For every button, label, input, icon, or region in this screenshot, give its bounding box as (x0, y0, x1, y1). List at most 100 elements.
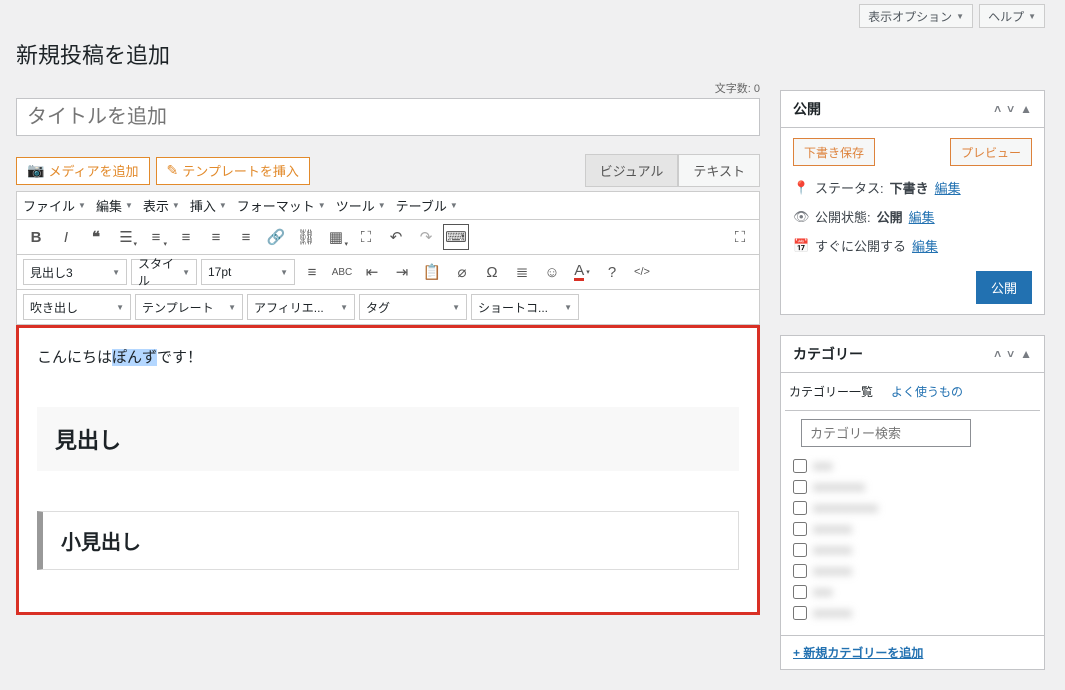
outdent-icon[interactable]: ⇤ (359, 259, 385, 285)
table-insert-icon[interactable]: ▦▾ (323, 224, 349, 250)
expand-toolbar-icon[interactable]: ⛶ (727, 224, 753, 250)
template-select[interactable]: テンプレート (135, 294, 243, 320)
category-checkbox[interactable] (793, 606, 807, 620)
balloon-select[interactable]: 吹き出し (23, 294, 131, 320)
justify-icon[interactable]: ≡ (299, 259, 325, 285)
category-item[interactable]: xxx (793, 455, 1032, 476)
publish-button[interactable]: 公開 (976, 271, 1032, 304)
hr-icon[interactable]: ≣ (509, 259, 535, 285)
category-item[interactable]: xxxxxxxx (793, 476, 1032, 497)
category-list[interactable]: xxx xxxxxxxx xxxxxxxxxx xxxxxx xxxxxx xx… (789, 455, 1036, 635)
number-list-icon[interactable]: ≡▾ (143, 224, 169, 250)
category-item[interactable]: xxxxxx (793, 602, 1032, 623)
undo-icon[interactable]: ↶ (383, 224, 409, 250)
fontsize-select[interactable]: 17pt (201, 259, 295, 285)
toolbar-row-1: B I ❝ ☰▾ ≡▾ ≡ ≡ ≡ 🔗 ⛓ ▦▾ ⛶ ↶ ↷ ⌨ ⛶ (16, 220, 760, 255)
insert-template-button[interactable]: ✎テンプレートを挿入 (156, 157, 310, 185)
visibility-value: 公開 (877, 207, 903, 226)
categories-panel: カテゴリー ˄ ˅ ▲ カテゴリー一覧 よく使うもの xxx xxxxxxxx … (780, 335, 1045, 670)
link-icon[interactable]: 🔗 (263, 224, 289, 250)
calendar-icon: 📅 (793, 238, 809, 254)
category-checkbox[interactable] (793, 501, 807, 515)
category-checkbox[interactable] (793, 522, 807, 536)
editor-heading-3: 小見出し (37, 511, 739, 570)
toolbar-row-3: 吹き出し テンプレート アフィリエ... タグ ショートコ... (16, 290, 760, 325)
tab-visual[interactable]: ビジュアル (585, 154, 679, 187)
special-char-icon[interactable]: Ω (479, 259, 505, 285)
heading-select[interactable]: 見出し3 (23, 259, 127, 285)
editor-menu-bar: ファイル 編集 表示 挿入 フォーマット ツール テーブル (16, 191, 760, 220)
tag-select[interactable]: タグ (359, 294, 467, 320)
category-checkbox[interactable] (793, 585, 807, 599)
pin-icon: 📍 (793, 180, 809, 196)
tab-text[interactable]: テキスト (678, 154, 760, 187)
panel-toggle-icon[interactable]: ▲ (1020, 347, 1032, 361)
menu-view[interactable]: 表示 (143, 196, 180, 215)
redo-icon[interactable]: ↷ (413, 224, 439, 250)
eye-icon: 👁 (793, 209, 809, 225)
panel-up-icon[interactable]: ˄ (994, 102, 1001, 116)
add-new-category-link[interactable]: + 新規カテゴリーを追加 (781, 635, 1044, 669)
category-item[interactable]: xxxxxx (793, 539, 1032, 560)
bold-icon[interactable]: B (23, 224, 49, 250)
help-button[interactable]: ヘルプ (979, 4, 1045, 28)
categories-panel-title: カテゴリー (793, 344, 863, 364)
blockquote-icon[interactable]: ❝ (83, 224, 109, 250)
indent-icon[interactable]: ⇥ (389, 259, 415, 285)
schedule-edit-link[interactable]: 編集 (912, 236, 938, 255)
status-edit-link[interactable]: 編集 (935, 178, 961, 197)
align-left-icon[interactable]: ≡ (173, 224, 199, 250)
tab-all-categories[interactable]: カテゴリー一覧 (785, 379, 877, 404)
keyboard-icon[interactable]: ⌨ (443, 224, 469, 250)
save-draft-button[interactable]: 下書き保存 (793, 138, 875, 166)
panel-up-icon[interactable]: ˄ (994, 347, 1001, 361)
category-checkbox[interactable] (793, 459, 807, 473)
align-center-icon[interactable]: ≡ (203, 224, 229, 250)
category-item[interactable]: xxx (793, 581, 1032, 602)
style-select[interactable]: スタイル (131, 259, 197, 285)
post-title-input[interactable] (16, 98, 760, 136)
editor-paragraph: こんにちはぽんずです！ (37, 346, 739, 367)
schedule-label: すぐに公開する (815, 236, 906, 255)
editor-heading-2: 見出し (37, 407, 739, 471)
panel-down-icon[interactable]: ˅ (1007, 102, 1014, 116)
category-checkbox[interactable] (793, 564, 807, 578)
help-icon[interactable]: ? (599, 259, 625, 285)
preview-button[interactable]: プレビュー (950, 138, 1032, 166)
menu-insert[interactable]: 挿入 (190, 196, 227, 215)
menu-edit[interactable]: 編集 (96, 196, 133, 215)
menu-file[interactable]: ファイル (23, 196, 86, 215)
italic-icon[interactable]: I (53, 224, 79, 250)
fullscreen-icon[interactable]: ⛶ (353, 224, 379, 250)
category-checkbox[interactable] (793, 543, 807, 557)
visibility-label: 公開状態: (815, 207, 871, 226)
add-media-button[interactable]: 📷メディアを追加 (16, 157, 150, 185)
visibility-edit-link[interactable]: 編集 (909, 207, 935, 226)
category-search-input[interactable] (801, 419, 971, 447)
editor-content-area[interactable]: こんにちはぽんずです！ 見出し 小見出し (16, 325, 760, 615)
category-item[interactable]: xxxxxxxxxx (793, 497, 1032, 518)
add-media-label: メディアを追加 (48, 161, 138, 180)
menu-table[interactable]: テーブル (396, 196, 458, 215)
screen-options-button[interactable]: 表示オプション (859, 4, 973, 28)
unlink-icon[interactable]: ⛓ (293, 224, 319, 250)
paste-icon[interactable]: 📋 (419, 259, 445, 285)
toolbar-row-2: 見出し3 スタイル 17pt ≡ ABC ⇤ ⇥ 📋 ⌀ Ω ≣ ☺ A▾ ? … (16, 255, 760, 290)
menu-format[interactable]: フォーマット (237, 196, 326, 215)
category-item[interactable]: xxxxxx (793, 518, 1032, 539)
affiliate-select[interactable]: アフィリエ... (247, 294, 355, 320)
tab-popular-categories[interactable]: よく使うもの (887, 379, 967, 404)
code-icon[interactable]: </> (629, 259, 655, 285)
strikethrough-icon[interactable]: ABC (329, 259, 355, 285)
panel-toggle-icon[interactable]: ▲ (1020, 102, 1032, 116)
align-right-icon[interactable]: ≡ (233, 224, 259, 250)
emoji-icon[interactable]: ☺ (539, 259, 565, 285)
panel-down-icon[interactable]: ˅ (1007, 347, 1014, 361)
shortcode-select[interactable]: ショートコ... (471, 294, 579, 320)
bullet-list-icon[interactable]: ☰▾ (113, 224, 139, 250)
category-checkbox[interactable] (793, 480, 807, 494)
clear-format-icon[interactable]: ⌀ (449, 259, 475, 285)
menu-tools[interactable]: ツール (336, 196, 386, 215)
text-color-icon[interactable]: A▾ (569, 259, 595, 285)
category-item[interactable]: xxxxxx (793, 560, 1032, 581)
